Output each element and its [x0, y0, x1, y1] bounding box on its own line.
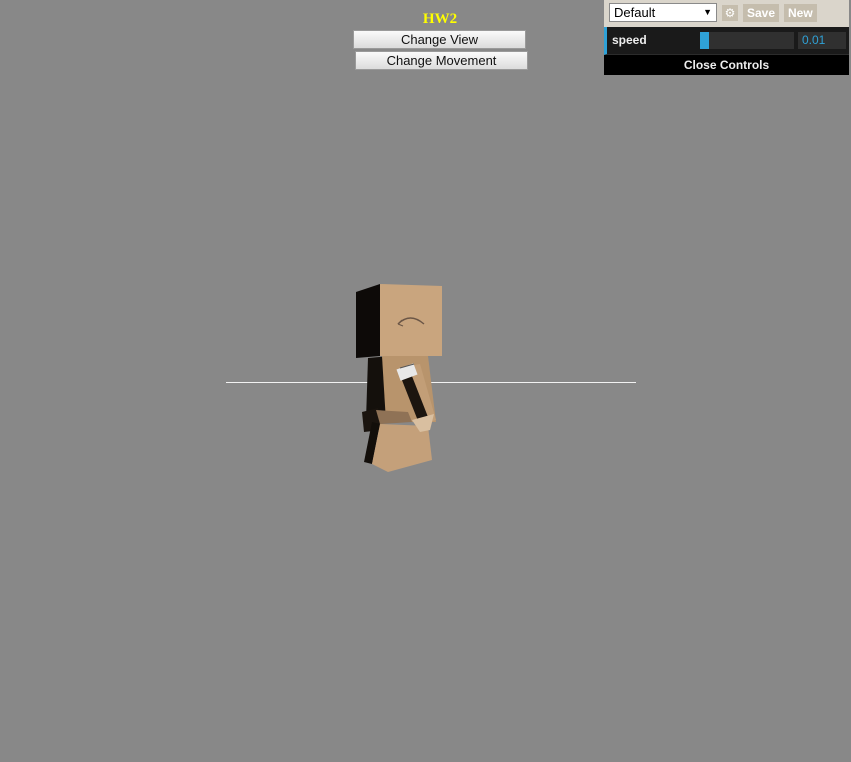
box-robot-figure	[356, 284, 442, 472]
change-movement-button[interactable]: Change Movement	[355, 51, 528, 70]
close-controls-button[interactable]: Close Controls	[604, 55, 849, 75]
change-view-button[interactable]: Change View	[353, 30, 526, 49]
head-side	[356, 284, 380, 358]
preset-select[interactable]: Default ▼	[609, 3, 717, 22]
speed-slider-fill	[700, 32, 710, 49]
chevron-down-icon: ▼	[703, 7, 712, 17]
speed-label: speed	[612, 33, 647, 47]
preset-select-value: Default	[614, 5, 656, 20]
speed-control-row: speed 0.01	[604, 27, 849, 55]
page-title: HW2	[422, 11, 458, 27]
speed-slider[interactable]	[700, 32, 794, 49]
webgl-canvas[interactable]: HW2 Change View Change Movement	[0, 0, 851, 762]
gear-icon[interactable]: ⚙	[722, 5, 738, 21]
speed-number-input[interactable]: 0.01	[798, 32, 846, 49]
save-button[interactable]: Save	[743, 4, 780, 22]
controls-panel: Default ▼ ⚙ Save New speed 0.01 Close Co…	[604, 0, 849, 75]
head-front	[380, 284, 442, 356]
preset-row: Default ▼ ⚙ Save New	[604, 0, 849, 27]
new-preset-button[interactable]: New	[784, 4, 817, 22]
